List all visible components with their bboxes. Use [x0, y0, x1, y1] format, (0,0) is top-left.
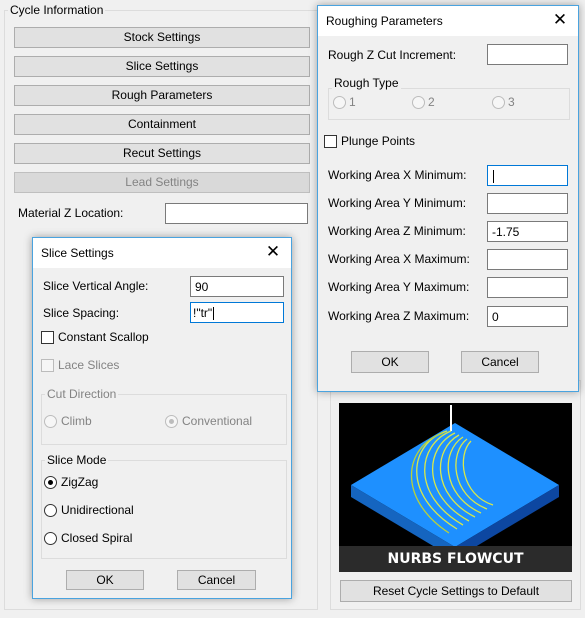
rough-type-title: Rough Type	[332, 76, 401, 90]
slice-spacing-label: Slice Spacing:	[43, 306, 120, 320]
nurbs-flowcut-caption: NURBS FLOWCUT	[387, 551, 524, 567]
slice-mode-unidirectional-radio[interactable]	[44, 504, 57, 517]
cut-direction-title: Cut Direction	[45, 387, 119, 401]
close-icon[interactable]: ✕	[263, 242, 283, 262]
toolpath-illustration-icon	[339, 405, 572, 572]
working-area-z-min-label: Working Area Z Minimum:	[328, 224, 466, 238]
slice-spacing-input[interactable]: !"tr"	[190, 302, 284, 323]
slice-mode-zigzag-radio[interactable]	[44, 476, 57, 489]
working-area-y-max-input[interactable]	[487, 277, 568, 298]
slice-vertical-angle-label: Slice Vertical Angle:	[43, 279, 149, 293]
lace-slices-checkbox[interactable]	[41, 359, 54, 372]
stock-settings-button[interactable]: Stock Settings	[14, 27, 310, 48]
working-area-y-max-label: Working Area Y Maximum:	[328, 280, 470, 294]
slice-mode-unidirectional-label: Unidirectional	[61, 503, 134, 517]
slice-mode-zigzag-label: ZigZag	[61, 475, 99, 489]
text-cursor	[493, 170, 494, 184]
rough-parameters-button[interactable]: Rough Parameters	[14, 85, 310, 106]
working-area-z-max-label: Working Area Z Maximum:	[328, 309, 470, 323]
constant-scallop-label: Constant Scallop	[58, 330, 149, 344]
text-cursor	[213, 307, 215, 321]
cycle-information-title: Cycle Information	[8, 3, 106, 17]
roughing-titlebar: Roughing Parameters ✕	[318, 6, 578, 36]
slice-dialog-title: Slice Settings	[41, 246, 114, 260]
slice-spacing-value: !"tr"	[193, 306, 213, 320]
cut-direction-climb-radio[interactable]	[44, 415, 57, 428]
cut-direction-conventional-label: Conventional	[182, 414, 253, 428]
working-area-x-min-label: Working Area X Minimum:	[328, 168, 467, 182]
slice-settings-dialog: Slice Settings ✕ Slice Vertical Angle: 9…	[32, 237, 292, 599]
roughing-ok-button[interactable]: OK	[351, 351, 429, 373]
slice-ok-button[interactable]: OK	[66, 570, 144, 590]
reset-cycle-settings-button[interactable]: Reset Cycle Settings to Default	[340, 580, 572, 602]
rough-type-radio-1[interactable]	[333, 96, 346, 109]
slice-titlebar: Slice Settings ✕	[33, 238, 291, 268]
material-z-input[interactable]	[165, 203, 308, 224]
rough-z-cut-increment-input[interactable]	[487, 44, 568, 65]
working-area-x-max-input[interactable]	[487, 249, 568, 270]
containment-button[interactable]: Containment	[14, 114, 310, 135]
constant-scallop-checkbox[interactable]	[41, 331, 54, 344]
working-area-z-max-input[interactable]: 0	[487, 306, 568, 327]
rough-type-label-2: 2	[428, 95, 435, 109]
plunge-points-label: Plunge Points	[341, 134, 416, 148]
rough-type-label-1: 1	[349, 95, 356, 109]
rough-type-radio-3[interactable]	[492, 96, 505, 109]
slice-mode-closed-spiral-label: Closed Spiral	[61, 531, 133, 545]
working-area-y-min-input[interactable]	[487, 193, 568, 214]
slice-vertical-angle-input[interactable]: 90	[190, 276, 284, 297]
rough-type-radio-2[interactable]	[412, 96, 425, 109]
lace-slices-label: Lace Slices	[58, 358, 120, 372]
recut-settings-button[interactable]: Recut Settings	[14, 143, 310, 164]
rough-z-cut-increment-label: Rough Z Cut Increment:	[328, 48, 457, 62]
nurbs-flowcut-preview: NURBS FLOWCUT	[339, 403, 572, 572]
roughing-cancel-button[interactable]: Cancel	[461, 351, 539, 373]
working-area-y-min-label: Working Area Y Minimum:	[328, 196, 467, 210]
slice-settings-button[interactable]: Slice Settings	[14, 56, 310, 77]
cut-direction-climb-label: Climb	[61, 414, 92, 428]
working-area-x-min-input[interactable]	[487, 165, 568, 186]
material-z-label: Material Z Location:	[18, 206, 124, 220]
close-icon[interactable]: ✕	[550, 10, 570, 30]
slice-mode-title: Slice Mode	[45, 453, 109, 467]
cut-direction-conventional-radio[interactable]	[165, 415, 178, 428]
rough-type-label-3: 3	[508, 95, 515, 109]
lead-settings-button[interactable]: Lead Settings	[14, 172, 310, 193]
slice-cancel-button[interactable]: Cancel	[177, 570, 256, 590]
rough-type-group	[328, 88, 570, 120]
roughing-dialog-title: Roughing Parameters	[326, 14, 443, 28]
plunge-points-checkbox[interactable]	[324, 135, 337, 148]
roughing-parameters-dialog: Roughing Parameters ✕ Rough Z Cut Increm…	[317, 5, 579, 392]
slice-mode-closed-spiral-radio[interactable]	[44, 532, 57, 545]
working-area-z-min-input[interactable]: -1.75	[487, 221, 568, 242]
working-area-x-max-label: Working Area X Maximum:	[328, 252, 470, 266]
